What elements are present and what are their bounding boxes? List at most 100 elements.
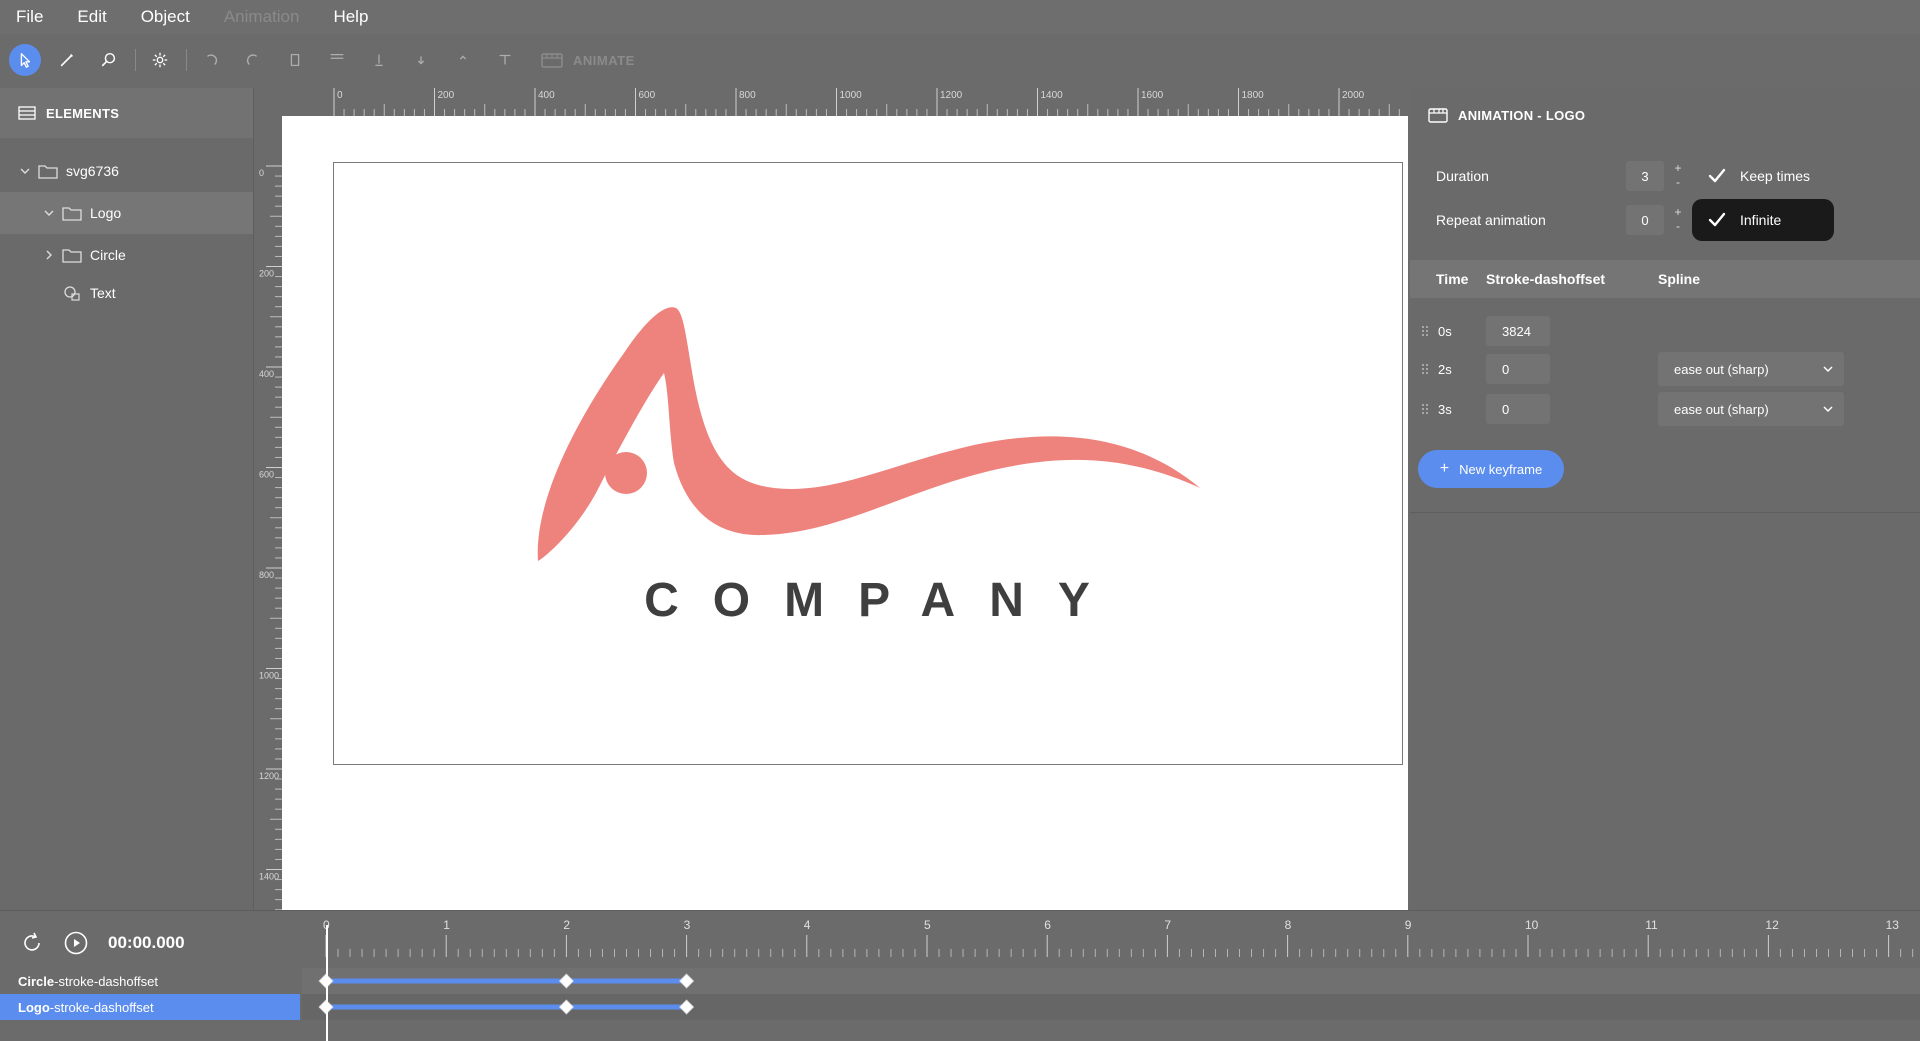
tree-item-circle[interactable]: Circle xyxy=(0,234,253,276)
app-window: File Edit Object Animation Help ANIMATE … xyxy=(0,0,1920,1041)
menu-animation[interactable]: Animation xyxy=(224,7,300,27)
timeline-scale-label: 2 xyxy=(563,918,570,932)
copy-button[interactable] xyxy=(279,44,311,76)
keyframe-diamond[interactable] xyxy=(679,999,695,1015)
ruler-label: 1400 xyxy=(1041,90,1064,101)
duration-input[interactable]: 3 xyxy=(1626,161,1664,191)
keyframe-diamond[interactable] xyxy=(558,999,574,1015)
vertical-ruler: 0200400600800100012001400 xyxy=(259,165,282,910)
track-label[interactable]: Logo -stroke-dashoffset xyxy=(0,994,300,1020)
timeline-scale-label: 9 xyxy=(1405,918,1412,932)
align-bottom-icon xyxy=(417,56,425,65)
chevron-down-icon xyxy=(1823,406,1833,413)
settings-button[interactable] xyxy=(144,44,176,76)
arrange-button[interactable] xyxy=(447,44,479,76)
layers-icon xyxy=(18,106,36,120)
ruler-label: 400 xyxy=(538,90,555,101)
chevron-down-icon xyxy=(1823,366,1833,373)
tree-item-label: Text xyxy=(90,285,116,301)
plus-icon: + xyxy=(1439,460,1450,477)
film-icon xyxy=(541,53,563,68)
keyframe-value-input[interactable]: 3824 xyxy=(1486,316,1550,346)
menu-edit[interactable]: Edit xyxy=(77,7,106,27)
logo-graphic[interactable] xyxy=(334,163,1404,766)
ruler-label: 0 xyxy=(337,90,343,101)
tree-item-logo[interactable]: Logo xyxy=(0,192,253,234)
animate-button[interactable]: ANIMATE xyxy=(541,51,635,69)
keyframe-time: 0s xyxy=(1438,323,1452,339)
drag-handle-icon[interactable] xyxy=(1421,403,1429,415)
menu-file[interactable]: File xyxy=(16,7,43,27)
artboard[interactable]: COMPANY xyxy=(333,162,1403,765)
logo-swoosh-shape[interactable] xyxy=(537,307,1200,561)
new-keyframe-button[interactable]: + New keyframe xyxy=(1418,450,1564,488)
chevron-down-icon[interactable] xyxy=(18,164,32,178)
ruler-label: 800 xyxy=(739,90,756,101)
ruler-label: 1600 xyxy=(1141,90,1164,101)
infinite-checkbox[interactable]: Infinite xyxy=(1692,199,1834,241)
keyframe-value-input[interactable]: 0 xyxy=(1486,394,1550,424)
keyframe-diamond[interactable] xyxy=(558,973,574,989)
align-middle-button[interactable] xyxy=(363,44,395,76)
undo-button[interactable] xyxy=(195,44,227,76)
pen-icon xyxy=(60,54,73,67)
chevron-down-icon[interactable] xyxy=(42,206,56,220)
keyframe-value-input[interactable]: 0 xyxy=(1486,354,1550,384)
menu-help[interactable]: Help xyxy=(333,7,368,27)
timeline-keyframes[interactable] xyxy=(282,968,1920,1020)
align-bottom-button[interactable] xyxy=(405,44,437,76)
play-icon[interactable] xyxy=(64,931,88,955)
decrement-button[interactable]: - xyxy=(1672,219,1684,233)
film-icon xyxy=(1428,108,1448,123)
logo-company-text[interactable]: COMPANY xyxy=(334,573,1404,628)
tree-item-svg6736[interactable]: svg6736 xyxy=(0,150,253,192)
gear-icon xyxy=(152,52,168,68)
folder-icon xyxy=(62,249,82,263)
repeat-label: Repeat animation xyxy=(1436,212,1546,228)
animate-label: ANIMATE xyxy=(573,52,635,68)
ruler-label: 600 xyxy=(259,470,274,480)
distribute-button[interactable] xyxy=(489,44,521,76)
decrement-button[interactable]: - xyxy=(1672,175,1684,189)
new-keyframe-label: New keyframe xyxy=(1459,461,1543,477)
drag-handle-icon[interactable] xyxy=(1421,325,1429,337)
keyframe-row: 0s 3824 xyxy=(1410,312,1920,350)
ruler-label: 0 xyxy=(259,168,264,178)
folder-icon xyxy=(38,165,58,179)
elements-panel-title: ELEMENTS xyxy=(46,105,120,121)
animation-panel-title: ANIMATION - LOGO xyxy=(1458,107,1586,123)
track-label[interactable]: Circle -stroke-dashoffset xyxy=(0,968,300,994)
align-top-button[interactable] xyxy=(321,44,353,76)
timeline-playhead[interactable] xyxy=(326,925,328,1041)
track-name-bold: Circle xyxy=(18,973,55,989)
chevron-right-icon[interactable] xyxy=(42,248,56,262)
increment-button[interactable]: + xyxy=(1672,161,1684,175)
repeat-input[interactable]: 0 xyxy=(1626,205,1664,235)
redo-button[interactable] xyxy=(237,44,269,76)
copy-icon xyxy=(290,53,300,67)
pointer-icon xyxy=(20,53,31,68)
logo-dot-shape[interactable] xyxy=(605,452,647,494)
menu-object[interactable]: Object xyxy=(141,7,190,27)
track-name-rest: -stroke-dashoffset xyxy=(54,973,158,989)
spline-select[interactable]: ease out (sharp) xyxy=(1658,352,1844,386)
keep-times-checkbox[interactable]: Keep times xyxy=(1692,155,1858,197)
tree-item-text[interactable]: Text xyxy=(0,276,253,310)
drag-handle-icon[interactable] xyxy=(1421,363,1429,375)
folder-icon xyxy=(62,207,82,221)
keyframe-diamond[interactable] xyxy=(679,973,695,989)
timeline-scale-label: 3 xyxy=(684,918,691,932)
pen-tool-button[interactable] xyxy=(51,44,83,76)
zoom-tool-button[interactable] xyxy=(93,44,125,76)
ruler-label: 400 xyxy=(259,369,274,379)
repeat-stepper[interactable]: + - xyxy=(1672,205,1684,235)
select-tool-button[interactable] xyxy=(9,44,41,76)
loop-icon[interactable] xyxy=(20,931,44,955)
time-column-header: Time xyxy=(1436,271,1469,287)
duration-stepper[interactable]: + - xyxy=(1672,161,1684,191)
spline-select[interactable]: ease out (sharp) xyxy=(1658,392,1844,426)
increment-button[interactable]: + xyxy=(1672,205,1684,219)
ruler-label: 800 xyxy=(259,570,274,580)
keyframe-time: 3s xyxy=(1438,401,1452,417)
timeline-ruler[interactable]: 012345678910111213 xyxy=(282,911,1920,961)
